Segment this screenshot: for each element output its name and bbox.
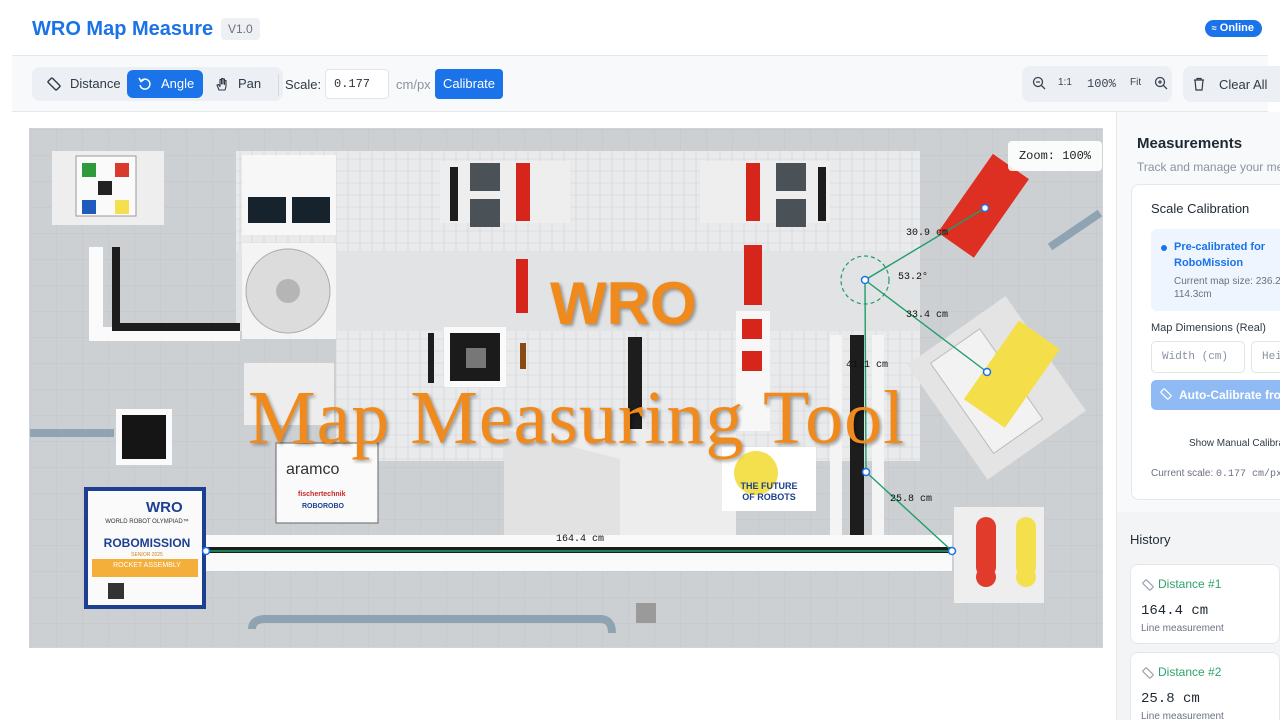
measurement-label: 41.1 cm — [846, 360, 889, 371]
senior-label: SENIOR 2025 — [131, 552, 163, 558]
roborobo-logo: ROBOROBO — [302, 503, 344, 510]
hand-icon — [214, 76, 230, 92]
width-input[interactable]: Width (cm) — [1151, 341, 1245, 373]
current-scale-value: 0.177 cm/px — [1216, 469, 1280, 480]
wifi-icon: ≈ — [1211, 23, 1217, 33]
panel-subtitle: Track and manage your measurements — [1137, 160, 1280, 174]
measurement-label: 33.4 cm — [906, 310, 949, 321]
history-item[interactable]: Distance #2 25.8 cm Line measurement — [1130, 652, 1280, 720]
pan-tool-label: Pan — [238, 76, 262, 91]
measurement-label: 30.9 cm — [906, 228, 949, 239]
ruler-icon — [1142, 666, 1154, 684]
map-canvas[interactable]: aramco fischertechnik ROBOROBO THE FUTUR… — [29, 128, 1103, 648]
history-item-desc: Line measurement — [1141, 711, 1224, 720]
ruler-icon — [1160, 381, 1172, 411]
history-item-name: Distance #1 — [1158, 577, 1222, 591]
fischertechnik-logo: fischertechnik — [298, 491, 346, 498]
calibration-title: Scale Calibration — [1151, 201, 1250, 216]
current-scale: Current scale: 0.177 cm/px — [1151, 468, 1280, 480]
history-section: History Distance #1 164.4 cm Line measur… — [1117, 512, 1280, 720]
distance-tool-button[interactable]: Distance — [36, 70, 128, 98]
zoom-fit-button[interactable]: Fit — [1130, 77, 1141, 88]
auto-calibrate-label: Auto-Calibrate from Dimensions — [1179, 388, 1280, 402]
history-title: History — [1130, 532, 1171, 547]
wro-board-logo: WRO — [146, 499, 183, 516]
rocket-assembly-label: ROCKET ASSEMBLY — [113, 562, 181, 569]
scale-label: Scale: — [285, 77, 322, 92]
calibration-info-text: Current map size: 236.2 x 114.3cm — [1174, 276, 1280, 300]
angle-tool-button[interactable]: Angle — [127, 70, 203, 98]
zoom-out-icon[interactable] — [1032, 76, 1046, 93]
scale-unit: cm/px — [396, 77, 431, 92]
future-robots-line2: OF ROBOTS — [742, 492, 796, 502]
zoom-in-icon[interactable] — [1154, 76, 1168, 93]
clear-all-button[interactable]: Clear All — [1183, 66, 1280, 102]
calibrate-button[interactable]: Calibrate — [435, 69, 503, 99]
overlay-subtitle: Map Measuring Tool — [248, 376, 906, 460]
angle-tool-label: Angle — [161, 76, 195, 91]
measurement-label: 25.8 cm — [890, 494, 933, 505]
angle-label: 53.2° — [898, 272, 929, 283]
map-dimensions-label: Map Dimensions (Real) — [1151, 322, 1266, 334]
app-header: WRO Map Measure V1.0 ≈ Online — [12, 0, 1268, 56]
toolbar-divider — [278, 74, 279, 96]
scale-input[interactable]: 0.177 — [325, 69, 389, 99]
info-dot-icon — [1161, 245, 1167, 251]
online-status-badge: ≈ Online — [1204, 20, 1262, 37]
overlay-title: WRO — [550, 270, 697, 337]
calibration-info: Pre-calibrated for RoboMission Current m… — [1151, 229, 1280, 311]
history-item-value: 25.8 cm — [1141, 691, 1200, 707]
app-title: WRO Map Measure — [32, 18, 214, 40]
trash-icon — [1193, 77, 1205, 94]
manual-calibration-toggle[interactable]: Show Manual Calibration — [1189, 438, 1280, 449]
tool-selector: Distance Angle Pan — [32, 67, 283, 101]
calibration-info-title: Pre-calibrated for RoboMission — [1174, 241, 1266, 269]
distance-tool-label: Distance — [70, 76, 121, 91]
history-item-desc: Line measurement — [1141, 623, 1224, 634]
ruler-icon — [1142, 578, 1154, 596]
future-robots-line1: THE FUTURE — [740, 481, 798, 491]
pan-tool-button[interactable]: Pan — [204, 70, 278, 98]
zoom-percent: 100% — [1087, 77, 1116, 91]
panel-title: Measurements — [1137, 135, 1243, 152]
aramco-logo: aramco — [286, 461, 340, 478]
measurement-label: 164.4 cm — [556, 534, 605, 545]
height-input[interactable]: Height (cm) — [1251, 341, 1280, 373]
rotate-icon — [137, 76, 153, 92]
toolbar: Distance Angle Pan Scale: 0.177 cm/px Ca… — [12, 56, 1280, 112]
history-item-value: 164.4 cm — [1141, 603, 1209, 619]
auto-calibrate-button[interactable]: Auto-Calibrate from Dimensions — [1151, 380, 1280, 410]
scale-calibration-card: Scale Calibration Pre-calibrated for Rob… — [1131, 184, 1280, 500]
history-item-name: Distance #2 — [1158, 665, 1222, 679]
clear-all-label: Clear All — [1219, 77, 1268, 92]
zoom-reset-button[interactable]: 1:1 — [1058, 77, 1072, 88]
online-status-label: Online — [1219, 22, 1254, 34]
wro-board-fullname: WORLD ROBOT OLYMPIAD™ — [105, 519, 189, 525]
zoom-indicator: Zoom: 100% — [1008, 141, 1102, 171]
zoom-controls: 1:1 100% Fit — [1022, 66, 1172, 102]
robomission-label: ROBOMISSION — [103, 536, 191, 550]
measurements-panel: Measurements Track and manage your measu… — [1116, 112, 1280, 720]
ruler-icon — [46, 76, 62, 92]
version-badge: V1.0 — [221, 18, 260, 40]
current-scale-prefix: Current scale: — [1151, 468, 1217, 479]
history-item[interactable]: Distance #1 164.4 cm Line measurement — [1130, 564, 1280, 644]
